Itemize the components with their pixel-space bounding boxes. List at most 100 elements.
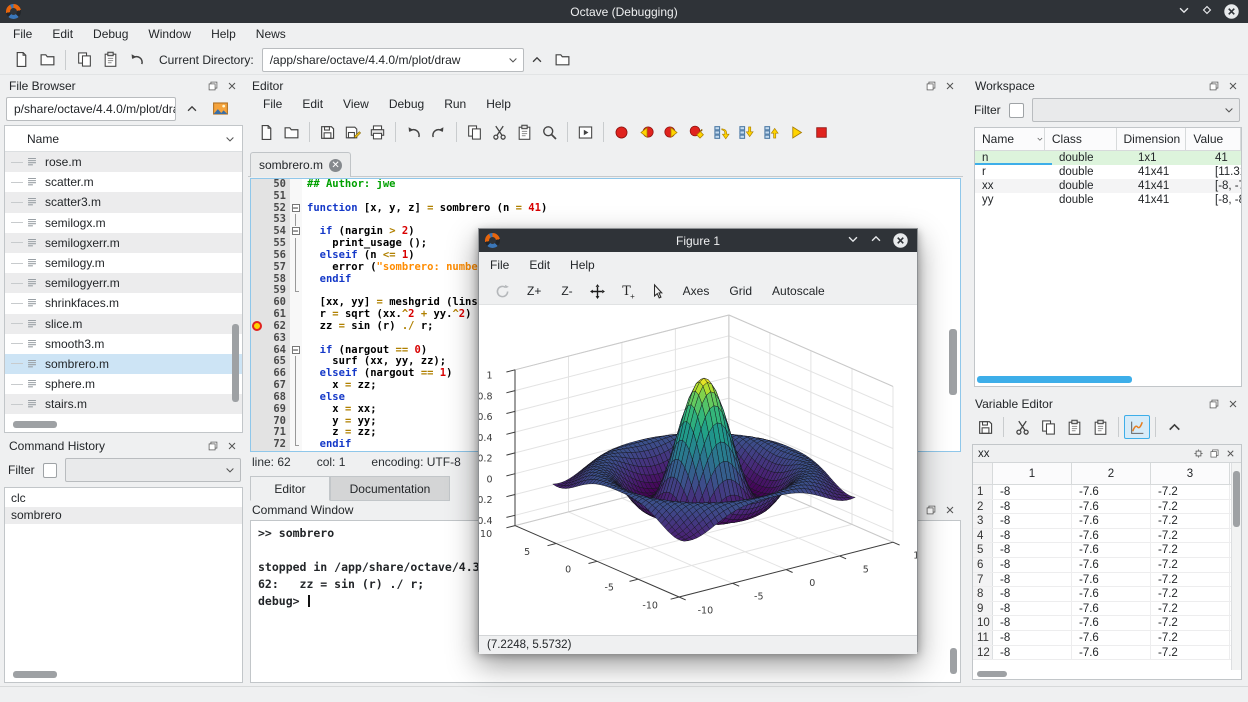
row-number[interactable]: 3 <box>973 514 993 528</box>
float-panel-icon[interactable] <box>1208 398 1220 410</box>
continue-button[interactable] <box>784 120 809 144</box>
fold-margin[interactable] <box>290 309 302 321</box>
cell[interactable]: -7.6 <box>1072 529 1151 543</box>
save-button[interactable] <box>315 120 340 144</box>
cell[interactable]: -7.6 <box>1072 543 1151 557</box>
marker-margin[interactable] <box>251 191 264 203</box>
marker-margin[interactable] <box>251 214 264 226</box>
cell[interactable]: -7.6 <box>1072 573 1151 587</box>
filter-checkbox[interactable] <box>1009 103 1024 118</box>
cell[interactable]: -7.2 <box>1151 558 1230 572</box>
cell[interactable]: -8 <box>993 529 1072 543</box>
cell[interactable]: -7.6 <box>1072 514 1151 528</box>
file-row[interactable]: semilogx.m <box>5 213 242 233</box>
cell[interactable]: -7.6 <box>1072 646 1151 660</box>
row-number[interactable]: 8 <box>973 587 993 601</box>
paste-button[interactable] <box>97 48 123 72</box>
marker-margin[interactable] <box>251 297 264 309</box>
cell[interactable]: -7.2 <box>1151 631 1230 645</box>
menu-item-news[interactable]: News <box>247 24 297 44</box>
file-row[interactable]: smooth3.m <box>5 334 242 354</box>
scrollbar-thumb[interactable] <box>232 324 239 402</box>
menu-item-debug[interactable]: Debug <box>84 24 139 44</box>
cell[interactable]: -8 <box>993 646 1072 660</box>
fold-margin[interactable] <box>290 191 302 203</box>
cell[interactable]: -7.2 <box>1151 573 1230 587</box>
column-header-value[interactable]: Value <box>1186 128 1241 150</box>
float-panel-icon[interactable] <box>207 440 219 452</box>
column-header-class[interactable]: Class <box>1045 128 1117 150</box>
editor-scrollbar[interactable] <box>948 179 958 451</box>
directory-up-button[interactable] <box>524 48 550 72</box>
cell[interactable]: -7.2 <box>1151 485 1230 499</box>
fold-margin[interactable] <box>290 250 302 262</box>
file-row[interactable]: semilogyerr.m <box>5 273 242 293</box>
dock-icon[interactable] <box>1193 448 1204 459</box>
file-row[interactable]: semilogxerr.m <box>5 233 242 253</box>
close-panel-icon[interactable] <box>944 80 956 92</box>
cell[interactable]: -8 <box>993 602 1072 616</box>
menu-item-run[interactable]: Run <box>435 94 477 114</box>
variable-row[interactable]: xxdouble41x41[-8, -7.6 <box>975 179 1241 193</box>
variable-row[interactable]: rdouble41x41[11.314 <box>975 165 1241 179</box>
new-doc-button[interactable] <box>254 120 279 144</box>
marker-margin[interactable] <box>251 179 264 191</box>
row-number[interactable]: 12 <box>973 646 993 660</box>
marker-margin[interactable] <box>251 416 264 428</box>
marker-margin[interactable] <box>251 392 264 404</box>
fold-margin[interactable] <box>290 404 302 416</box>
fold-margin[interactable] <box>290 297 302 309</box>
menu-item-help[interactable]: Help <box>561 255 606 275</box>
marker-margin[interactable] <box>251 333 264 345</box>
menu-item-file[interactable]: File <box>4 24 43 44</box>
paste-button[interactable] <box>1087 415 1113 439</box>
close-panel-icon[interactable] <box>1227 80 1239 92</box>
scrollbar-thumb[interactable] <box>13 421 57 428</box>
float-panel-icon[interactable] <box>207 80 219 92</box>
code-line[interactable]: 51 <box>251 191 960 203</box>
cell[interactable]: -8 <box>993 616 1072 630</box>
redo-button[interactable] <box>426 120 451 144</box>
marker-margin[interactable] <box>251 321 264 333</box>
step-out-button[interactable] <box>759 120 784 144</box>
paste-button[interactable] <box>512 120 537 144</box>
open-folder-button[interactable] <box>34 48 60 72</box>
marker-margin[interactable] <box>251 238 264 250</box>
cell[interactable]: -7.6 <box>1072 558 1151 572</box>
tab-documentation[interactable]: Documentation <box>330 476 450 501</box>
row-number[interactable]: 5 <box>973 543 993 557</box>
cell[interactable]: -8 <box>993 485 1072 499</box>
file-row[interactable]: stairs.m <box>5 394 242 414</box>
scrollbar-thumb[interactable] <box>977 376 1132 383</box>
tool-z[interactable]: Z+ <box>519 282 549 300</box>
find-button[interactable] <box>537 120 562 144</box>
set-browser-directory-button[interactable] <box>208 97 232 121</box>
bp-next-button[interactable] <box>659 120 684 144</box>
bp-prev-button[interactable] <box>634 120 659 144</box>
cell[interactable]: -7.6 <box>1072 616 1151 630</box>
fold-margin[interactable] <box>290 285 302 297</box>
history-item[interactable]: sombrero <box>5 507 242 524</box>
filter-combo[interactable] <box>65 458 241 482</box>
plot-chart-button[interactable] <box>1124 415 1150 439</box>
fold-margin[interactable] <box>290 214 302 226</box>
float-panel-icon[interactable] <box>1208 80 1220 92</box>
marker-margin[interactable] <box>251 274 264 286</box>
current-directory-combo[interactable]: /app/share/octave/4.4.0/m/plot/draw <box>262 48 524 72</box>
one-directory-up-button[interactable] <box>181 97 203 121</box>
chev-up-button[interactable] <box>1161 415 1187 439</box>
menu-item-debug[interactable]: Debug <box>380 94 435 114</box>
maximize-icon[interactable] <box>869 232 883 246</box>
step-button[interactable] <box>709 120 734 144</box>
close-panel-icon[interactable] <box>1227 398 1239 410</box>
marker-margin[interactable] <box>251 309 264 321</box>
fold-margin[interactable]: – <box>290 226 302 238</box>
figure-titlebar[interactable]: Figure 1 <box>479 229 917 252</box>
row-number[interactable]: 11 <box>973 631 993 645</box>
marker-margin[interactable] <box>251 380 264 392</box>
file-row[interactable]: semilogy.m <box>5 253 242 273</box>
undo-button[interactable] <box>401 120 426 144</box>
cut-button[interactable] <box>1009 415 1035 439</box>
fold-margin[interactable] <box>290 380 302 392</box>
new-doc-button[interactable] <box>8 48 34 72</box>
